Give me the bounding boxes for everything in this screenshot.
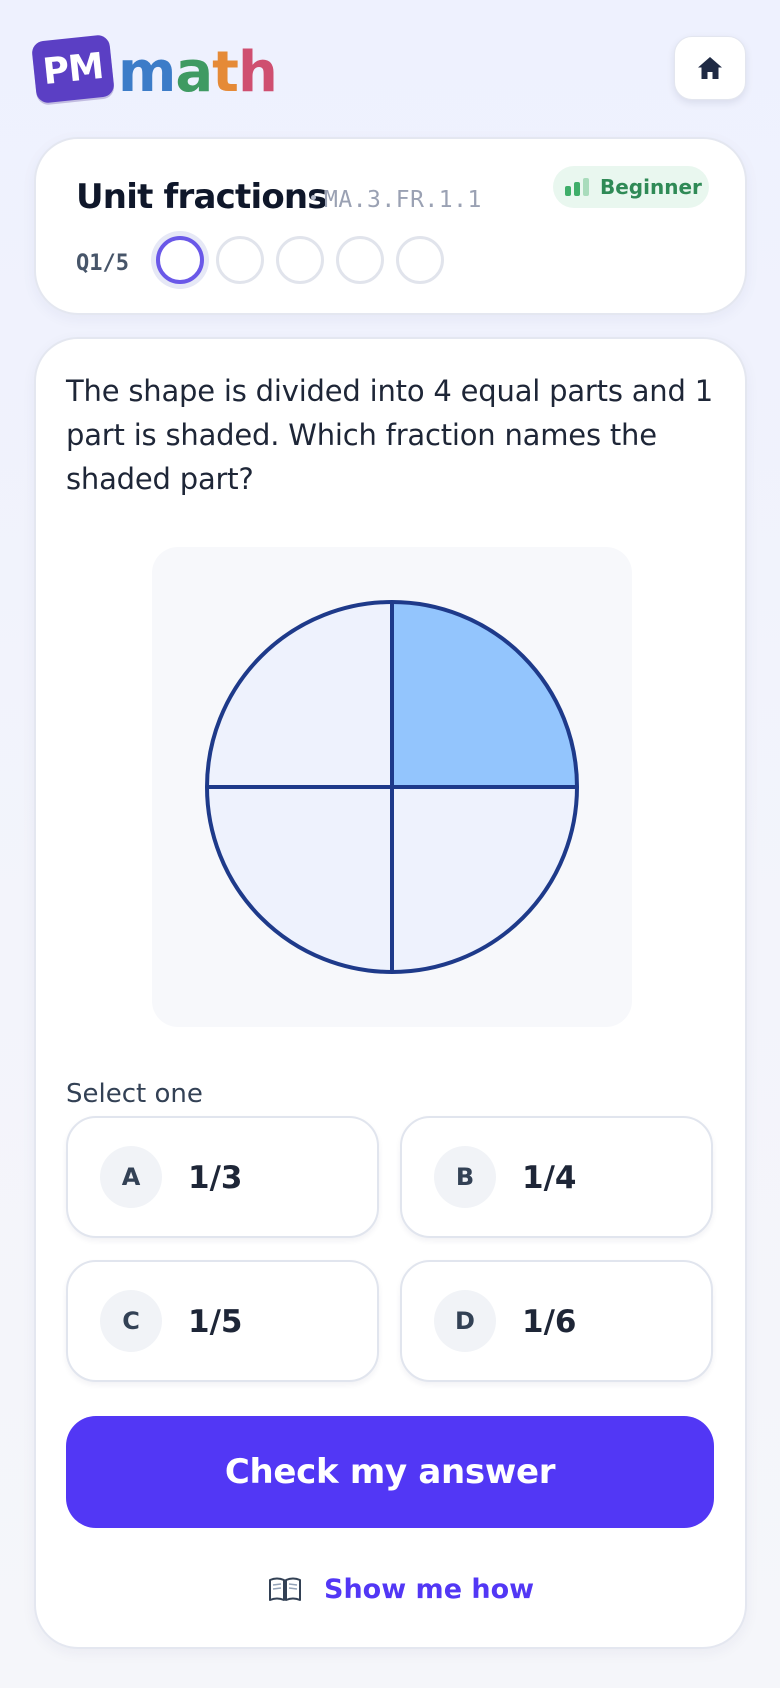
logo-letter: h: [237, 40, 278, 105]
answer-option-b[interactable]: B 1/4: [400, 1116, 713, 1238]
level-badge: Beginner: [553, 166, 709, 208]
level-bar: [565, 186, 571, 196]
logo-letter: a: [175, 40, 213, 105]
logo-letter: m: [118, 40, 176, 105]
option-letter: C: [100, 1290, 162, 1352]
topic-title: Unit fractions: [76, 177, 328, 217]
option-value: 1/6: [522, 1304, 577, 1340]
show-me-how-label: Show me how: [324, 1573, 535, 1605]
option-value: 1/5: [188, 1304, 243, 1340]
question-card: The shape is divided into 4 equal parts …: [34, 337, 747, 1649]
option-value: 1/3: [188, 1160, 243, 1196]
option-letter: D: [434, 1290, 496, 1352]
logo-wordmark: math: [118, 45, 278, 101]
check-answer-button[interactable]: Check my answer: [66, 1416, 714, 1528]
quadrant-bottom-left: [207, 787, 392, 972]
progress-dot[interactable]: [336, 236, 384, 284]
home-button[interactable]: [674, 36, 746, 100]
app-logo[interactable]: PM math: [30, 34, 278, 104]
answer-option-d[interactable]: D 1/6: [400, 1260, 713, 1382]
progress-dot[interactable]: [216, 236, 264, 284]
option-letter: B: [434, 1146, 496, 1208]
topic-card: Unit fractions MA.3.FR.1.1 Beginner Q1/5: [34, 137, 747, 315]
logo-badge: PM: [30, 34, 116, 104]
fraction-circle: [205, 600, 579, 974]
option-letter: A: [100, 1146, 162, 1208]
level-label: Beginner: [600, 175, 702, 199]
show-me-how-link[interactable]: Show me how: [268, 1569, 534, 1609]
quadrant-top-right: [392, 602, 577, 787]
separator-dot: [311, 195, 316, 200]
level-bar: [583, 178, 589, 196]
answer-option-c[interactable]: C 1/5: [66, 1260, 379, 1382]
app-header: PM math: [0, 0, 780, 130]
logo-letter: t: [212, 40, 239, 105]
signal-bars-icon: [565, 178, 589, 196]
level-bar: [574, 182, 580, 196]
question-text: The shape is divided into 4 equal parts …: [66, 374, 713, 496]
standard-code: MA.3.FR.1.1: [324, 187, 482, 213]
answer-option-a[interactable]: A 1/3: [66, 1116, 379, 1238]
quadrant-top-left: [207, 602, 392, 787]
progress-dot[interactable]: [276, 236, 324, 284]
book-icon: [269, 1577, 301, 1601]
progress-dot[interactable]: [156, 236, 204, 284]
option-value: 1/4: [522, 1160, 577, 1196]
select-prompt: Select one: [66, 1079, 203, 1109]
fraction-figure: [152, 547, 632, 1027]
progress-dots: [156, 236, 444, 284]
home-icon: [698, 57, 722, 79]
question-counter: Q1/5: [76, 251, 129, 276]
quadrant-bottom-right: [392, 787, 577, 972]
progress-dot[interactable]: [396, 236, 444, 284]
